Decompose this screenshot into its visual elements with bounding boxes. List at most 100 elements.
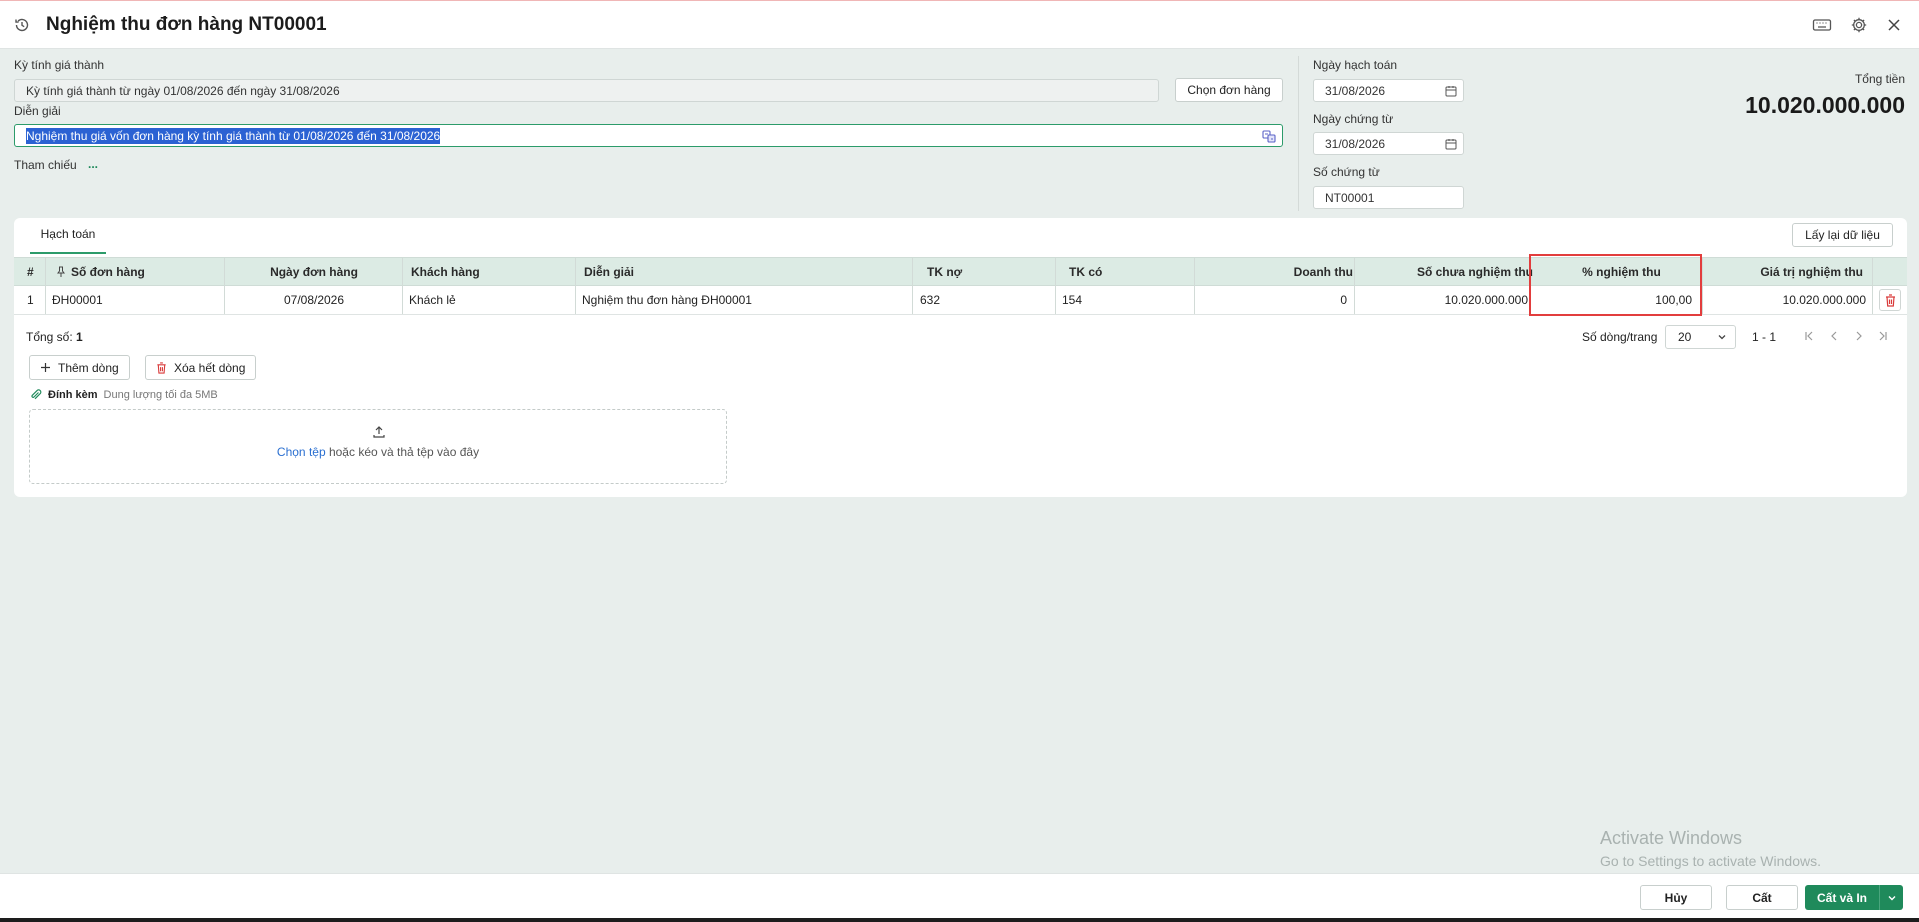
col-separator [402,258,403,286]
col-separator [45,258,46,286]
dialog-header: Nghiệm thu đơn hàng NT00001 [0,1,1919,49]
row-count: Tổng số: 1 [26,330,83,344]
save-print-button[interactable]: Cất và In [1805,885,1879,910]
cell-order-no[interactable]: ĐH00001 [47,286,222,314]
doc-no-label: Số chứng từ [1313,165,1380,179]
prev-page-icon[interactable] [1828,330,1840,342]
save-button[interactable]: Cất [1726,885,1798,910]
posting-date-value: 31/08/2026 [1325,84,1386,98]
pin-icon[interactable] [56,266,66,278]
page-size-select[interactable]: 20 [1665,325,1736,349]
col-order-date: Ngày đơn hàng [270,265,358,279]
plus-icon [41,363,50,372]
col-separator [45,286,46,314]
windows-watermark-subtitle: Go to Settings to activate Windows. [1600,853,1821,869]
period-field: Kỳ tính giá thành từ ngày 01/08/2026 đến… [14,79,1159,102]
cell-customer[interactable]: Khách lẻ [404,286,574,314]
col-separator [912,258,913,286]
attachment-section: Đính kèm Dung lượng tối đa 5MB [30,389,218,401]
col-separator [1702,286,1703,314]
col-credit-account: TK có [1069,265,1103,279]
col-separator [1055,258,1056,286]
col-separator [575,286,576,314]
col-unaccepted: Số chưa nghiệm thu [1416,265,1533,279]
col-separator [1194,286,1195,314]
description-label: Diễn giải [14,104,61,118]
calendar-icon[interactable] [1445,85,1457,97]
chevron-down-icon [1718,335,1726,340]
choose-order-button[interactable]: Chọn đơn hàng [1175,78,1283,102]
page-range: 1 - 1 [1752,330,1777,344]
cell-revenue[interactable]: 0 [1196,286,1352,314]
first-page-icon[interactable] [1803,330,1815,342]
col-separator [1194,258,1195,286]
col-separator [1872,258,1873,286]
add-row-button[interactable]: Thêm dòng [29,355,130,380]
col-separator [1055,286,1056,314]
save-print-dropdown[interactable] [1879,885,1903,910]
col-separator [224,258,225,286]
col-separator [224,286,225,314]
cell-debit-account[interactable]: 632 [915,286,1055,314]
col-customer: Khách hàng [411,265,480,279]
tab-active-indicator [30,252,106,254]
cancel-button[interactable]: Hủy [1640,885,1712,910]
next-page-icon[interactable] [1853,330,1865,342]
cell-credit-account[interactable]: 154 [1057,286,1193,314]
row-count-value: 1 [76,330,83,344]
col-revenue: Doanh thu [1293,265,1353,279]
col-description: Diễn giải [584,265,635,279]
col-separator [402,286,403,314]
keyboard-icon[interactable] [1812,16,1832,34]
doc-no-input[interactable]: NT00001 [1313,186,1464,209]
reload-data-button[interactable]: Lấy lại dữ liệu [1792,223,1893,247]
translate-icon[interactable] [1262,130,1276,143]
upload-icon [373,426,385,438]
row-count-label: Tổng số: [26,330,73,344]
form-divider [1298,56,1299,211]
highlight-annotation [1529,254,1702,316]
page-size-value: 20 [1678,330,1692,344]
col-separator [575,258,576,286]
dropzone-hint: hoặc kéo và thả tệp vào đây [325,445,480,459]
posting-date-label: Ngày hạch toán [1313,58,1398,72]
doc-date-input[interactable]: 31/08/2026 [1313,132,1464,155]
description-selected-text: Nghiệm thu giá vốn đơn hàng kỳ tính giá … [26,128,441,144]
close-icon[interactable] [1884,16,1904,34]
choose-file-link[interactable]: Chọn tệp [277,445,326,459]
cell-order-date[interactable]: 07/08/2026 [224,286,404,314]
total-value: 10.020.000.000 [1745,92,1905,118]
total-label: Tổng tiền [1854,72,1905,86]
windows-watermark-title: Activate Windows [1600,828,1743,848]
delete-row-button[interactable] [1879,289,1901,311]
cell-unaccepted[interactable]: 10.020.000.000 [1356,286,1528,314]
col-separator [1872,286,1873,314]
col-separator [912,286,913,314]
history-icon[interactable] [14,17,30,33]
cell-description[interactable]: Nghiệm thu đơn hàng ĐH00001 [577,286,911,314]
last-page-icon[interactable] [1877,330,1889,342]
trash-icon [1886,294,1895,307]
cell-accepted-value[interactable]: 10.020.000.000 [1704,286,1871,314]
col-separator [1354,258,1355,286]
gear-icon[interactable] [1849,16,1869,34]
calendar-icon[interactable] [1445,138,1457,150]
accounting-card: Hạch toán Lấy lại dữ liệu # Số đơn hàng … [14,218,1907,497]
doc-date-value: 31/08/2026 [1325,137,1386,151]
col-debit-account: TK nợ [927,265,963,279]
table-footer: Tổng số: 1 Số dòng/trang 20 1 - 1 [14,324,1907,350]
col-separator [1354,286,1355,314]
dropzone-text: Chọn tệp hoặc kéo và thả tệp vào đây [30,445,726,459]
attachment-label: Đính kèm [48,389,98,401]
posting-date-input[interactable]: 31/08/2026 [1313,79,1464,102]
clear-rows-label: Xóa hết dòng [174,360,246,375]
cell-index: 1 [27,293,34,307]
page-size-label: Số dòng/trang [1582,330,1658,344]
add-row-label: Thêm dòng [58,360,119,375]
clear-rows-button[interactable]: Xóa hết dòng [145,355,257,380]
col-index: # [27,265,34,279]
file-dropzone[interactable]: Chọn tệp hoặc kéo và thả tệp vào đây [29,409,727,484]
tab-accounting[interactable]: Hạch toán [30,227,106,251]
reference-more-link[interactable]: ... [88,157,98,171]
description-input[interactable]: Nghiệm thu giá vốn đơn hàng kỳ tính giá … [14,124,1283,147]
